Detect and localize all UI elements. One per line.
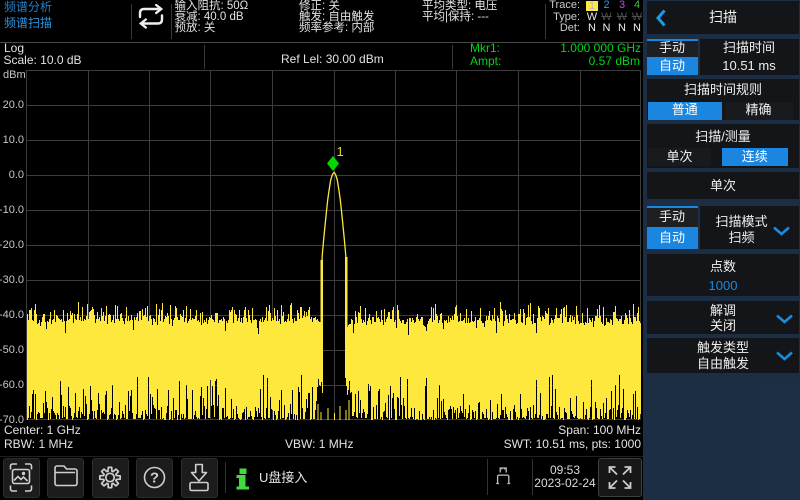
svg-text:?: ?: [150, 470, 159, 487]
svg-text:1: 1: [337, 144, 344, 159]
